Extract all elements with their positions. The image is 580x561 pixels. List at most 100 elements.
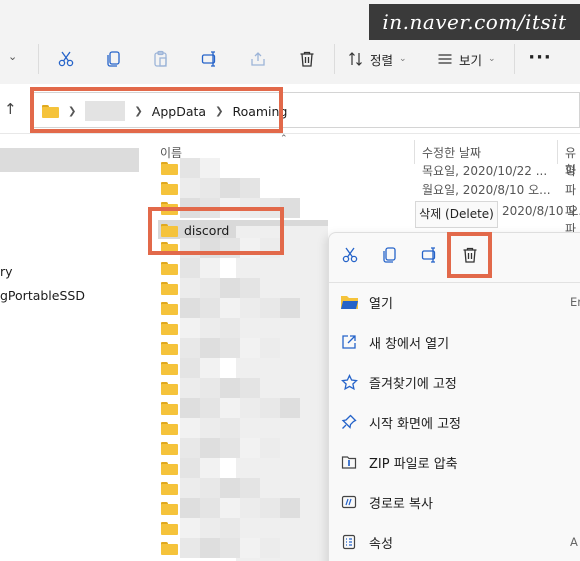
folder-row-discord[interactable]: discord [161, 222, 229, 238]
sort-menu-button[interactable]: 정렬 ⌄ [348, 47, 407, 71]
ctx-rename-button[interactable] [415, 240, 445, 270]
chevron-down-icon: ⌄ [399, 54, 407, 64]
blurred-folder-name [180, 258, 220, 278]
menu-item-label: ZIP 파일로 압축 [369, 456, 458, 472]
folder-row[interactable] [158, 298, 328, 318]
folder-row[interactable] [158, 318, 328, 338]
paste-button[interactable] [146, 44, 176, 74]
chevron-right-icon: ❯ [68, 105, 77, 117]
paste-icon [154, 50, 167, 67]
folder-row[interactable] [158, 358, 328, 378]
folder-row[interactable] [158, 338, 328, 358]
folder-row[interactable] [158, 158, 328, 178]
delete-icon [300, 51, 314, 67]
star-icon [340, 373, 358, 391]
folder-row[interactable] [158, 278, 328, 298]
menu-item-open-new-window[interactable]: 새 창에서 열기 [340, 330, 580, 354]
menu-item-copy-path[interactable]: 경로로 복사 [340, 490, 580, 514]
folder-icon [161, 461, 178, 475]
menu-shortcut: En [570, 295, 580, 309]
rename-icon [421, 247, 436, 263]
toolbar-divider [38, 44, 39, 74]
toolbar-divider [514, 44, 515, 74]
folder-row[interactable] [158, 418, 328, 438]
ctx-cut-button[interactable] [335, 240, 365, 270]
folder-icon [161, 521, 178, 535]
blurred-folder-name [180, 198, 300, 218]
blurred-folder-name [180, 278, 260, 298]
blurred-folder-name [180, 298, 300, 318]
menu-item-pin-favorites[interactable]: 즐겨찾기에 고정 [340, 370, 580, 394]
nav-item[interactable]: gPortableSSD [0, 288, 85, 303]
menu-divider [329, 282, 580, 283]
menu-item-pin-start[interactable]: 시작 화면에 고정 [340, 410, 580, 434]
menu-item-properties[interactable]: 속성 A [340, 530, 580, 554]
folder-row[interactable] [158, 198, 328, 218]
blurred-folder-name [180, 318, 240, 338]
ctx-delete-button[interactable] [455, 240, 485, 270]
more-options-button[interactable]: ··· [527, 44, 553, 74]
folder-icon [161, 201, 178, 215]
up-arrow-icon[interactable]: ↑ [4, 100, 17, 118]
rename-button[interactable] [195, 44, 225, 74]
path-icon [340, 493, 358, 511]
column-header-modified[interactable]: 수정한 날짜 [422, 144, 481, 161]
folder-icon [161, 241, 178, 255]
share-icon [251, 52, 265, 66]
blurred-folder-name [180, 158, 220, 178]
file-list [158, 158, 328, 561]
folder-row[interactable] [158, 518, 328, 538]
row-date: 월요일, 2020/8/10 오... [422, 183, 551, 197]
chevron-right-icon: ❯ [134, 105, 143, 117]
cut-button[interactable] [51, 44, 81, 74]
menu-item-label: 속성 [369, 536, 393, 552]
blurred-folder-name [180, 518, 240, 538]
folder-row[interactable] [158, 398, 328, 418]
breadcrumb-user[interactable] [85, 101, 126, 121]
menu-item-open[interactable]: 열기 En [340, 290, 580, 314]
copy-icon [107, 51, 120, 67]
breadcrumb: ❯ ❯ AppData ❯ Roaming [42, 100, 287, 122]
folder-icon [161, 481, 178, 495]
ctx-copy-button[interactable] [375, 240, 405, 270]
blurred-folder-name [180, 238, 280, 258]
blurred-folder-name [180, 478, 260, 498]
folder-icon [161, 361, 178, 375]
nav-item-selected[interactable] [0, 148, 139, 172]
folder-row[interactable] [158, 238, 328, 258]
menu-item-compress-zip[interactable]: ZIP 파일로 압축 [340, 450, 580, 474]
menu-item-label: 경로로 복사 [369, 496, 433, 512]
external-link-icon [340, 333, 358, 351]
folder-icon [161, 441, 178, 455]
folder-row[interactable] [158, 538, 328, 558]
copy-button[interactable] [99, 44, 129, 74]
breadcrumb-roaming[interactable]: Roaming [232, 104, 287, 119]
folder-icon [161, 401, 178, 415]
blurred-folder-name [180, 178, 260, 198]
blurred-folder-name [180, 378, 260, 398]
folder-icon [161, 541, 178, 555]
blurred-folder-name [180, 398, 300, 418]
delete-button[interactable] [292, 44, 322, 74]
row-type: 파 [565, 183, 577, 197]
menu-item-label: 열기 [369, 296, 393, 312]
folder-row[interactable] [158, 478, 328, 498]
folder-row[interactable] [158, 258, 328, 278]
blurred-folder-name [180, 498, 300, 518]
folder-row[interactable] [158, 458, 328, 478]
nav-item[interactable]: ry [0, 264, 13, 279]
sort-icon [349, 52, 362, 66]
folder-icon [161, 301, 178, 315]
chevron-down-icon[interactable]: ⌄ [8, 50, 17, 63]
blurred-folder-name [180, 338, 280, 358]
view-menu-button[interactable]: 보기 ⌄ [437, 47, 496, 71]
folder-icon [161, 223, 178, 237]
folder-row[interactable] [158, 438, 328, 458]
folder-row[interactable] [158, 378, 328, 398]
folder-row[interactable] [158, 498, 328, 518]
folder-icon [42, 104, 59, 118]
folder-row[interactable] [158, 178, 328, 198]
breadcrumb-appdata[interactable]: AppData [152, 104, 206, 119]
share-button[interactable] [243, 44, 273, 74]
menu-item-label: 새 창에서 열기 [369, 336, 450, 352]
